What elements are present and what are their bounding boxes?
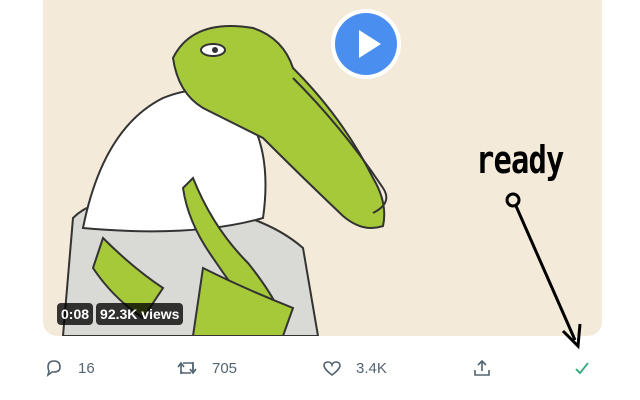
retweet-button[interactable]: 705 <box>176 358 237 378</box>
share-icon <box>472 358 492 378</box>
heart-icon <box>322 358 342 378</box>
video-view-count: 92.3K views <box>96 303 184 325</box>
reply-count: 16 <box>78 359 95 377</box>
like-button[interactable]: 3.4K <box>322 358 387 378</box>
like-count: 3.4K <box>356 359 387 377</box>
video-badges: 0:08 92.3K views <box>57 303 184 325</box>
share-button[interactable] <box>472 358 492 378</box>
video-timestamp: 0:08 <box>57 303 94 325</box>
status-check <box>572 358 592 378</box>
play-button[interactable] <box>331 9 401 79</box>
annotation-label: ready <box>476 138 564 182</box>
checkmark-icon <box>572 358 592 378</box>
reply-button[interactable]: 16 <box>44 358 95 378</box>
tweet-action-bar: 16 705 3.4K <box>0 350 640 390</box>
retweet-count: 705 <box>212 359 238 377</box>
play-icon <box>335 13 397 75</box>
reply-icon <box>44 358 64 378</box>
retweet-icon <box>176 358 198 378</box>
